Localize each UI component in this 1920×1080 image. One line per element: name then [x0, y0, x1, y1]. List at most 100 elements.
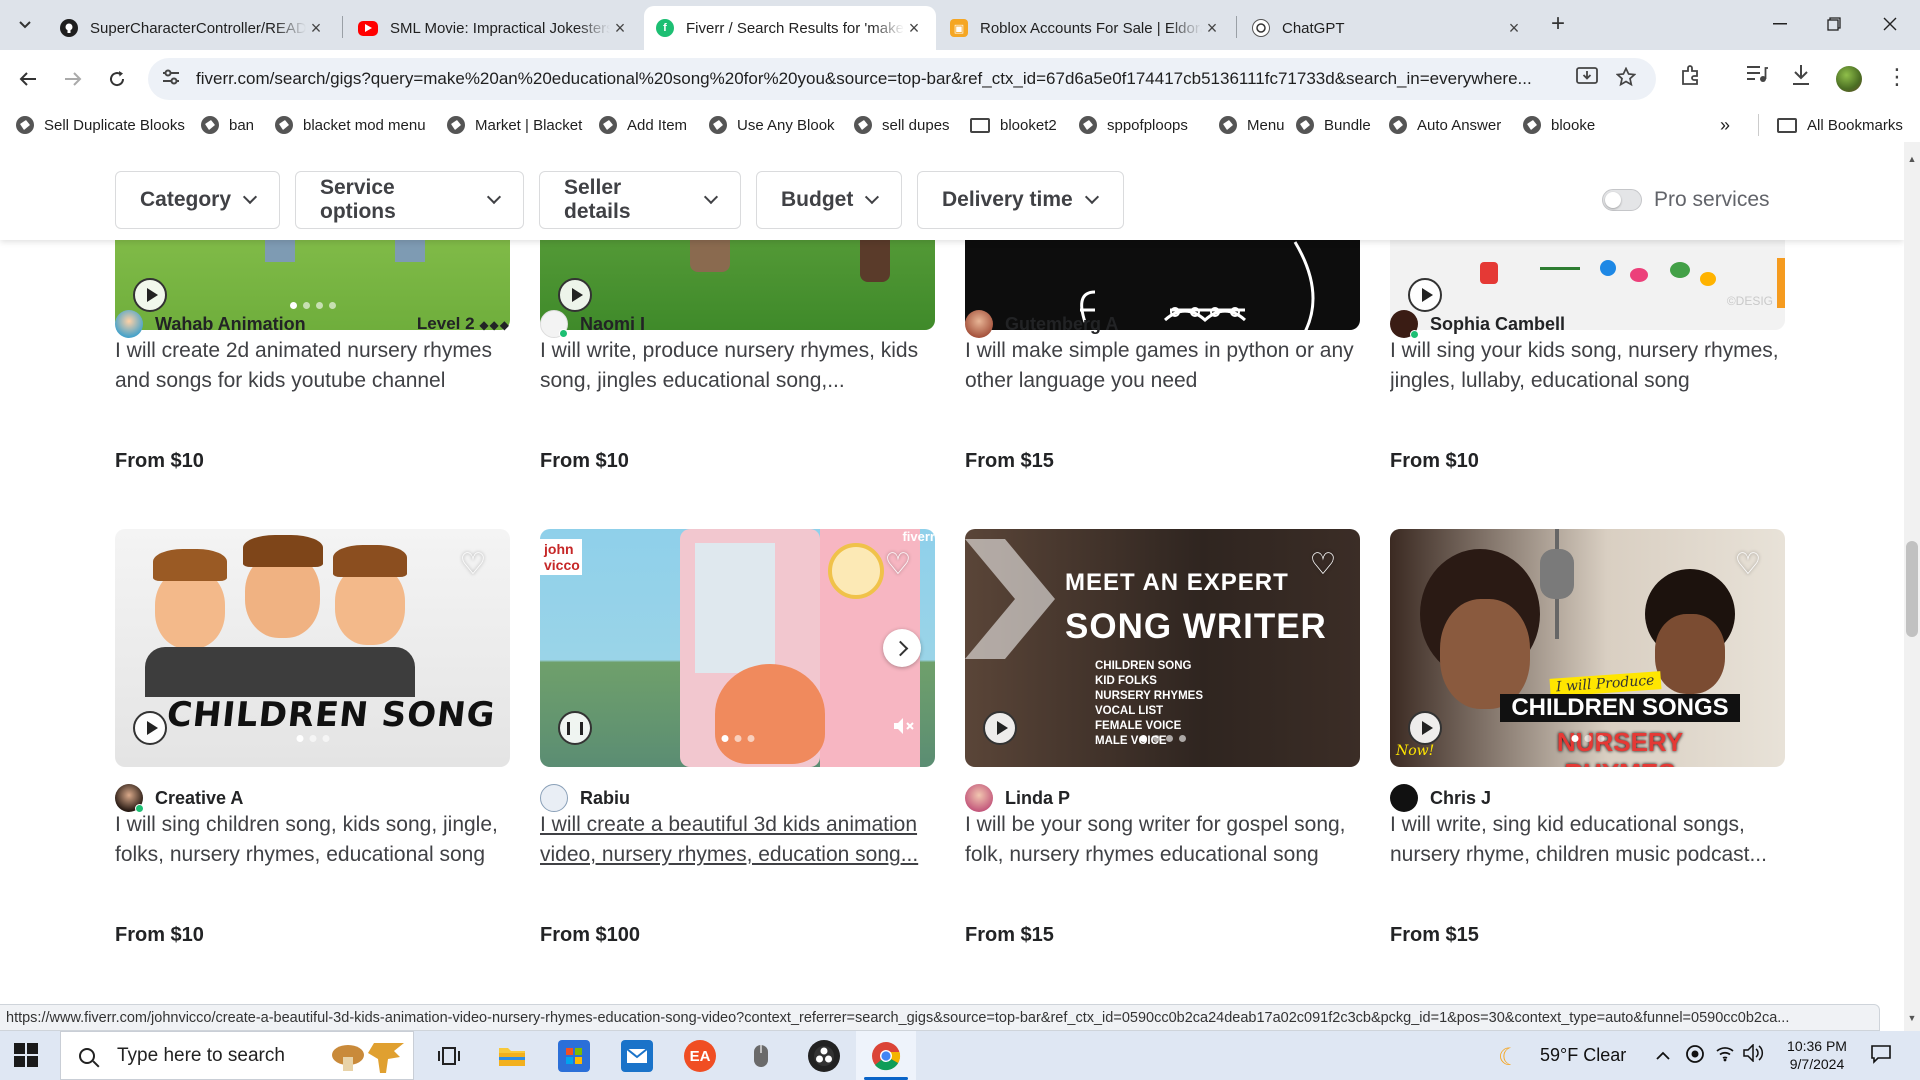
- windows-start-icon[interactable]: [14, 1043, 38, 1067]
- site-settings-icon[interactable]: [162, 69, 186, 90]
- seller-info[interactable]: Chris J: [1390, 784, 1785, 812]
- play-icon[interactable]: [133, 711, 167, 745]
- toggle-switch[interactable]: [1602, 189, 1642, 211]
- seller-name[interactable]: Gutemberg A: [1005, 314, 1118, 335]
- gig-title[interactable]: I will write, sing kid educational songs…: [1390, 810, 1785, 870]
- seller-info[interactable]: Rabiu: [540, 784, 935, 812]
- bookmark-item[interactable]: ban: [201, 113, 254, 137]
- avatar[interactable]: [1390, 784, 1418, 812]
- mouse-app-icon[interactable]: [745, 1040, 777, 1072]
- gig-title[interactable]: I will create 2d animated nursery rhymes…: [115, 336, 510, 396]
- pause-icon[interactable]: [558, 711, 592, 745]
- next-arrow-icon[interactable]: [883, 629, 921, 667]
- show-hidden-icons-chevron-icon[interactable]: [1655, 1045, 1671, 1066]
- forward-icon[interactable]: [56, 62, 90, 96]
- scroll-down-arrow-icon[interactable]: ▼: [1906, 1013, 1918, 1023]
- seller-name[interactable]: Linda P: [1005, 788, 1070, 809]
- close-tab-icon[interactable]: ×: [306, 18, 326, 39]
- gig-title[interactable]: I will sing children song, kids song, ji…: [115, 810, 510, 870]
- bookmark-item[interactable]: Add Item: [599, 113, 687, 137]
- minimize-icon[interactable]: [1752, 0, 1808, 48]
- gig-title[interactable]: I will sing your kids song, nursery rhym…: [1390, 336, 1785, 396]
- avatar[interactable]: [965, 784, 993, 812]
- pro-services-toggle[interactable]: Pro services: [1602, 188, 1770, 212]
- close-tab-icon[interactable]: ×: [1202, 18, 1222, 39]
- weather-moon-icon[interactable]: ☾: [1498, 1043, 1520, 1072]
- seller-name[interactable]: Naomi I: [580, 314, 645, 335]
- filter-service-options[interactable]: Service options: [295, 171, 524, 229]
- taskbar-clock[interactable]: 10:36 PM 9/7/2024: [1772, 1037, 1862, 1073]
- seller-name[interactable]: Creative A: [155, 788, 243, 809]
- bookmark-star-icon[interactable]: [1615, 66, 1637, 93]
- search-highlight-mushroom-icon[interactable]: [330, 1039, 408, 1075]
- gig-title[interactable]: I will be your song writer for gospel so…: [965, 810, 1360, 870]
- bookmark-item[interactable]: Sell Duplicate Blooks: [16, 113, 185, 137]
- bookmark-item[interactable]: blooke: [1523, 113, 1595, 137]
- install-app-icon[interactable]: [1576, 67, 1598, 93]
- bookmark-item[interactable]: Auto Answer: [1389, 113, 1501, 137]
- close-window-icon[interactable]: [1862, 0, 1918, 48]
- play-icon[interactable]: [1408, 278, 1442, 312]
- obs-icon[interactable]: [808, 1040, 840, 1072]
- volume-icon[interactable]: [1743, 1043, 1765, 1067]
- ea-icon[interactable]: EA: [684, 1040, 716, 1072]
- avatar[interactable]: [965, 310, 993, 338]
- heart-icon[interactable]: ♡: [1733, 550, 1763, 580]
- seller-info[interactable]: Creative A: [115, 784, 510, 813]
- seller-info[interactable]: Sophia Cambell: [1390, 310, 1785, 339]
- mute-icon[interactable]: [893, 717, 915, 740]
- media-controls-icon[interactable]: [1746, 64, 1768, 90]
- address-bar[interactable]: fiverr.com/search/gigs?query=make%20an%2…: [148, 58, 1656, 100]
- seller-name[interactable]: Sophia Cambell: [1430, 314, 1565, 335]
- filter-budget[interactable]: Budget: [756, 171, 902, 229]
- close-tab-icon[interactable]: ×: [904, 18, 924, 39]
- tab-youtube[interactable]: SML Movie: Impractical Jokesters ×: [346, 6, 642, 50]
- filter-category[interactable]: Category: [115, 171, 280, 229]
- seller-info[interactable]: Naomi I: [540, 310, 935, 338]
- weather-text[interactable]: 59°F Clear: [1540, 1045, 1626, 1066]
- play-icon[interactable]: [558, 278, 592, 312]
- bookmark-item[interactable]: sell dupes: [854, 113, 950, 137]
- gig-title[interactable]: I will write, produce nursery rhymes, ki…: [540, 336, 935, 396]
- heart-icon[interactable]: ♡: [883, 550, 913, 580]
- all-bookmarks-folder[interactable]: All Bookmarks: [1777, 113, 1903, 137]
- avatar[interactable]: [1390, 310, 1419, 339]
- tab-github[interactable]: SuperCharacterController/README ×: [48, 6, 338, 50]
- close-tab-icon[interactable]: ×: [1504, 18, 1524, 39]
- seller-name[interactable]: Chris J: [1430, 788, 1491, 809]
- file-explorer-icon[interactable]: [496, 1040, 528, 1072]
- bookmark-folder[interactable]: blooket2: [970, 113, 1057, 137]
- notifications-icon[interactable]: [1870, 1043, 1892, 1070]
- extensions-icon[interactable]: [1680, 64, 1702, 92]
- gig-title[interactable]: I will create a beautiful 3d kids animat…: [540, 810, 935, 870]
- avatar[interactable]: [540, 310, 568, 338]
- tab-fiverr[interactable]: f Fiverr / Search Results for 'make ×: [644, 6, 936, 50]
- more-bookmarks-icon[interactable]: »: [1720, 113, 1730, 137]
- play-icon[interactable]: [983, 711, 1017, 745]
- avatar[interactable]: [115, 310, 143, 338]
- chrome-icon[interactable]: [870, 1040, 902, 1072]
- bookmark-item[interactable]: Menu: [1219, 113, 1285, 137]
- avatar[interactable]: [115, 784, 144, 813]
- tab-chatgpt[interactable]: ChatGPT ×: [1240, 6, 1536, 50]
- play-icon[interactable]: [1408, 711, 1442, 745]
- bookmark-item[interactable]: Bundle: [1296, 113, 1371, 137]
- restore-icon[interactable]: [1806, 0, 1862, 48]
- bookmark-item[interactable]: Market | Blacket: [447, 113, 582, 137]
- gig-thumbnail[interactable]: I will Produce CHILDREN SONGS NURSERY RH…: [1390, 529, 1785, 767]
- tab-eldorado[interactable]: ▣ Roblox Accounts For Sale | Eldorado ×: [938, 6, 1234, 50]
- bookmark-item[interactable]: Use Any Blook: [709, 113, 835, 137]
- reload-icon[interactable]: [100, 62, 134, 96]
- seller-name[interactable]: Wahab Animation: [155, 314, 306, 335]
- downloads-icon[interactable]: [1791, 64, 1811, 92]
- play-icon[interactable]: [133, 278, 167, 312]
- gig-thumbnail[interactable]: john vicco fiverr ♡: [540, 529, 935, 767]
- profile-avatar[interactable]: [1836, 66, 1862, 92]
- gig-thumbnail[interactable]: CHILDREN SONG ♡: [115, 529, 510, 767]
- gig-thumbnail[interactable]: MEET AN EXPERT SONG WRITER CHILDREN SONG…: [965, 529, 1360, 767]
- mail-icon[interactable]: [621, 1040, 653, 1072]
- gig-title[interactable]: I will make simple games in python or an…: [965, 336, 1360, 396]
- browser-menu-icon[interactable]: ⋮: [1886, 64, 1908, 90]
- scrollbar-thumb[interactable]: [1906, 541, 1918, 637]
- new-tab-button[interactable]: +: [1543, 10, 1573, 40]
